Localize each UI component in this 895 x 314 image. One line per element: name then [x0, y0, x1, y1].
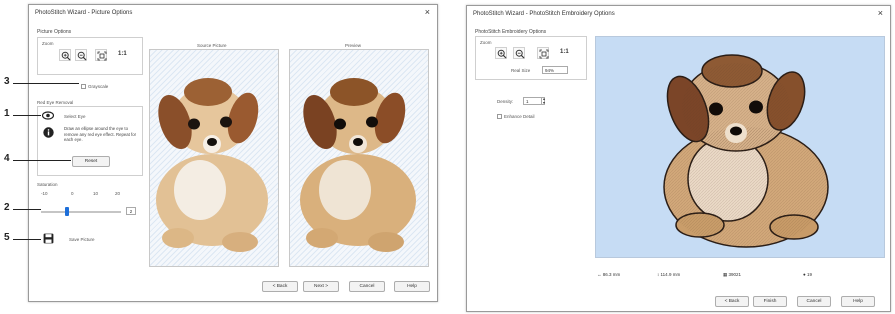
density-label: Density:: [497, 99, 514, 104]
picture-options-label: Picture Options: [37, 29, 72, 35]
zoom-label: Zoom: [480, 40, 492, 45]
title-bar: PhotoStitch Wizard - Picture Options ×: [29, 5, 437, 23]
callout-number: 3: [4, 76, 10, 87]
preview-pane[interactable]: [289, 49, 429, 267]
zoom-out-button[interactable]: [513, 47, 525, 59]
fit-to-window-icon: [97, 51, 106, 60]
grayscale-label: Grayscale: [88, 84, 109, 89]
enhance-detail-label: Enhance Detail: [504, 114, 535, 119]
zoom-in-button[interactable]: [495, 47, 507, 59]
color-count-readout: ● 19: [803, 272, 812, 277]
callout-line: [13, 209, 41, 210]
fit-to-window-icon: [539, 49, 548, 58]
saturation-slider-thumb[interactable]: [65, 207, 70, 216]
dialog-title: PhotoStitch Wizard - PhotoStitch Embroid…: [473, 11, 615, 17]
zoom-group: Zoom: [475, 36, 587, 80]
saturation-tick: 0: [71, 191, 74, 196]
callout-number: 4: [4, 153, 10, 164]
zoom-out-button[interactable]: [75, 49, 87, 61]
saturation-tick: 10: [93, 191, 99, 196]
width-readout: ↔ 86.3 mm: [597, 272, 621, 277]
dog-preview: [300, 78, 416, 252]
zoom-in-button[interactable]: [59, 49, 71, 61]
close-icon[interactable]: ×: [878, 9, 883, 18]
cancel-button[interactable]: Cancel: [349, 281, 385, 292]
cancel-button[interactable]: Cancel: [797, 296, 831, 307]
info-icon: [43, 127, 54, 138]
height-readout: ↕ 114.9 mm: [657, 272, 681, 277]
callout-number: 2: [4, 202, 10, 213]
zoom-fit-button[interactable]: [537, 47, 549, 59]
callout-line: [13, 160, 71, 161]
saturation-value-field[interactable]: 2: [126, 207, 136, 215]
back-button[interactable]: < Back: [262, 281, 298, 292]
zoom-in-icon: [61, 51, 70, 60]
finish-button[interactable]: Finish: [753, 296, 787, 307]
callout-line: [13, 239, 41, 240]
back-button[interactable]: < Back: [715, 296, 749, 307]
grayscale-checkbox[interactable]: [81, 84, 86, 89]
help-button[interactable]: Help: [394, 281, 430, 292]
real-size-field[interactable]: 94%: [542, 66, 568, 74]
callout-number: 1: [4, 108, 10, 119]
next-button[interactable]: Next >: [303, 281, 339, 292]
dialog-title: PhotoStitch Wizard - Picture Options: [35, 10, 133, 16]
zoom-in-icon: [497, 49, 506, 58]
zoom-label: Zoom: [42, 41, 54, 46]
save-icon[interactable]: [43, 233, 54, 244]
saturation-tick: -10: [41, 191, 48, 196]
embroidery-options-dialog: PhotoStitch Wizard - PhotoStitch Embroid…: [466, 5, 891, 312]
saturation-slider-track[interactable]: [41, 211, 121, 213]
eye-icon[interactable]: [42, 111, 54, 120]
zoom-real-size-button[interactable]: 1:1: [118, 51, 127, 57]
dog-photo: [156, 78, 268, 252]
preview-label: Preview: [345, 43, 362, 48]
callout-number: 5: [4, 232, 10, 243]
stitch-icon: ▦: [723, 272, 728, 277]
help-button[interactable]: Help: [841, 296, 875, 307]
zoom-fit-button[interactable]: [95, 49, 107, 61]
embroidery-options-label: PhotoStitch Embroidery Options: [475, 29, 547, 35]
zoom-group: Zoom: [37, 37, 143, 75]
saturation-label: Saturation: [37, 182, 58, 187]
callout-line: [13, 115, 41, 116]
width-arrow-icon: ↔: [597, 272, 602, 277]
red-eye-group-label: Red Eye Removal: [37, 100, 74, 105]
density-spinner[interactable]: ▴ ▾: [541, 97, 546, 105]
saturation-tick: 20: [115, 191, 121, 196]
picture-options-dialog: PhotoStitch Wizard - Picture Options × P…: [28, 4, 438, 302]
source-picture-pane[interactable]: [149, 49, 279, 267]
embroidered-dog-image: [663, 54, 829, 248]
callout-line: [13, 83, 79, 84]
palette-icon: ●: [803, 272, 806, 277]
zoom-real-size-button[interactable]: 1:1: [560, 49, 569, 55]
embroidery-preview-canvas[interactable]: [595, 36, 885, 258]
zoom-out-icon: [77, 51, 86, 60]
title-bar: PhotoStitch Wizard - PhotoStitch Embroid…: [467, 6, 890, 24]
zoom-out-icon: [515, 49, 524, 58]
reset-button[interactable]: Reset: [72, 156, 110, 167]
source-picture-label: Source Picture: [197, 43, 227, 48]
select-eye-label[interactable]: Select Eye: [64, 114, 86, 119]
close-icon[interactable]: ×: [425, 8, 430, 17]
stitch-count-readout: ▦ 39021: [723, 272, 742, 277]
save-picture-label[interactable]: Save Picture: [69, 237, 95, 242]
height-arrow-icon: ↕: [657, 272, 660, 277]
red-eye-help-text: Draw an ellipse around the eye to remove…: [64, 126, 137, 143]
enhance-detail-checkbox[interactable]: [497, 114, 502, 119]
real-size-label: Real Size: [511, 68, 531, 73]
